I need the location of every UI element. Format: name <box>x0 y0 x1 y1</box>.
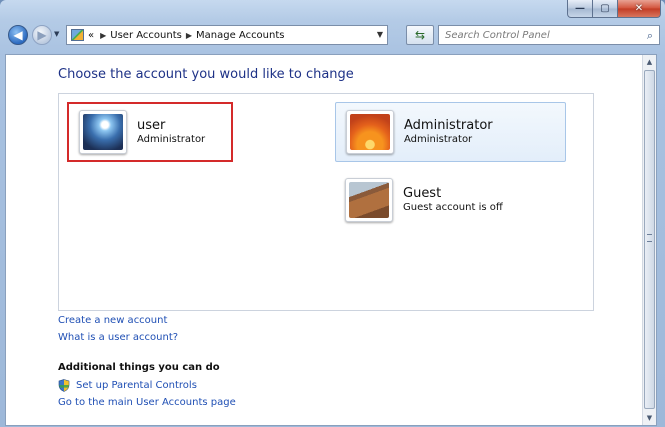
search-input[interactable] <box>445 29 635 41</box>
parental-controls-link[interactable]: Set up Parental Controls <box>76 380 197 391</box>
shield-icon <box>58 379 70 392</box>
vertical-scrollbar[interactable]: ▲ ▼ <box>642 55 656 425</box>
scroll-down-icon[interactable]: ▼ <box>643 411 656 425</box>
account-info: user Administrator <box>137 118 205 146</box>
avatar <box>346 110 394 154</box>
account-name: Administrator <box>404 118 493 133</box>
forward-arrow-icon: ▶ <box>37 28 47 42</box>
account-type: Administrator <box>137 134 206 145</box>
maximize-button[interactable]: ▢ <box>593 0 618 18</box>
additional-tasks-heading: Additional things you can do <box>58 362 220 373</box>
suitcase-picture-icon <box>349 182 389 218</box>
breadcrumb-overflow[interactable]: « <box>88 30 94 41</box>
account-tile-user[interactable]: user Administrator <box>67 102 233 162</box>
account-type: Administrator <box>404 134 473 145</box>
page-title: Choose the account you would like to cha… <box>58 67 354 82</box>
minimize-icon: — <box>575 3 585 14</box>
recent-pages-dropdown[interactable]: ▼ <box>54 30 59 38</box>
avatar <box>79 110 127 154</box>
chevron-down-icon[interactable]: ▼ <box>377 30 383 39</box>
back-button[interactable]: ◀ <box>8 25 28 45</box>
account-tile-administrator[interactable]: Administrator Administrator <box>335 102 566 162</box>
close-icon: ✕ <box>634 3 644 14</box>
navigation-bar: ◀ ▶ ▼ « ▶ User Accounts ▶ Manage Account… <box>6 24 660 48</box>
search-icon[interactable]: ⌕ <box>647 29 653 43</box>
avatar <box>345 178 393 222</box>
parental-controls-row: Set up Parental Controls <box>58 379 197 392</box>
create-account-link[interactable]: Create a new account <box>58 315 167 326</box>
account-tile-guest[interactable]: Guest Guest account is off <box>335 170 566 230</box>
grip-icon <box>647 234 652 242</box>
lighthouse-picture-icon <box>83 114 123 150</box>
caption-buttons: — ▢ ✕ <box>567 0 661 18</box>
refresh-icon: ⇆ <box>414 28 426 42</box>
maximize-icon: ▢ <box>600 3 610 14</box>
scroll-up-icon[interactable]: ▲ <box>643 55 656 69</box>
window-frame: — ▢ ✕ ◀ ▶ ▼ « ▶ User Accounts ▶ Manage A… <box>0 0 665 427</box>
control-panel-icon <box>71 29 84 41</box>
breadcrumb-user-accounts[interactable]: User Accounts <box>110 30 182 41</box>
search-box: ⌕ <box>438 25 660 45</box>
what-is-account-link[interactable]: What is a user account? <box>58 332 178 343</box>
back-arrow-icon: ◀ <box>13 28 23 42</box>
account-name: user <box>137 118 166 133</box>
scrollbar-thumb[interactable] <box>644 70 655 409</box>
minimize-button[interactable]: — <box>567 0 593 18</box>
account-type: Guest account is off <box>403 202 503 213</box>
chevron-right-icon: ▶ <box>100 30 107 40</box>
flower-picture-icon <box>350 114 390 150</box>
account-name: Guest <box>403 186 442 201</box>
close-button[interactable]: ✕ <box>618 0 661 18</box>
account-info: Administrator Administrator <box>404 118 493 146</box>
account-info: Guest Guest account is off <box>403 186 503 214</box>
content-area: Choose the account you would like to cha… <box>5 54 657 426</box>
address-bar[interactable]: « ▶ User Accounts ▶ Manage Accounts ▼ <box>66 25 388 45</box>
breadcrumb-manage-accounts[interactable]: Manage Accounts <box>196 30 285 41</box>
forward-button[interactable]: ▶ <box>32 25 52 45</box>
main-user-accounts-link[interactable]: Go to the main User Accounts page <box>58 397 236 408</box>
refresh-button[interactable]: ⇆ <box>406 25 434 45</box>
accounts-panel: user Administrator Administrator Adminis… <box>58 93 594 311</box>
chevron-right-icon[interactable]: ▶ <box>186 31 192 40</box>
